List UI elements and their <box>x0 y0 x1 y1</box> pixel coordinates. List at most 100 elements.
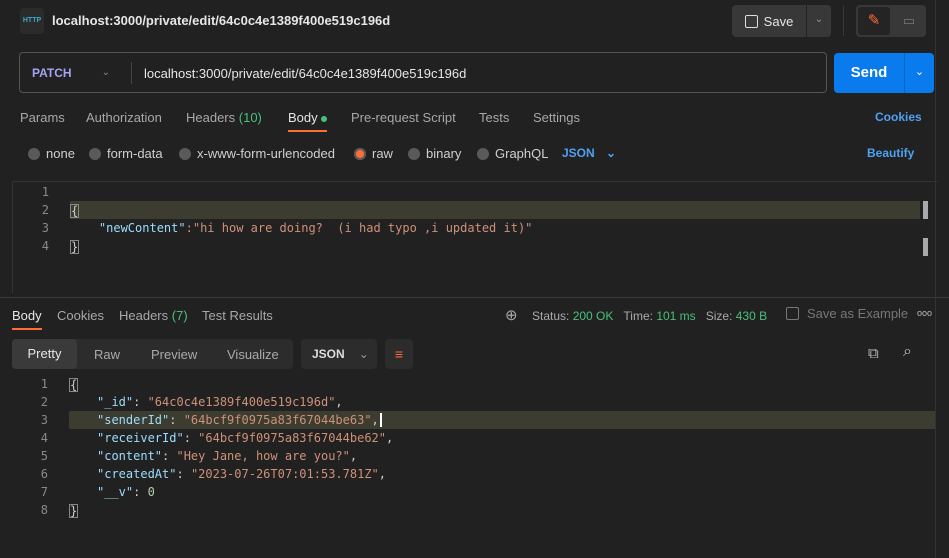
divider <box>131 62 132 84</box>
json-line: "senderId": "64bcf9f0975a83f67044be63", <box>97 413 382 427</box>
radio-dot <box>408 147 420 160</box>
line-number: 1 <box>40 377 48 391</box>
url-bar: PATCH ⌄ <box>19 52 827 93</box>
current-line-highlight <box>70 201 920 219</box>
save-as-example-button[interactable]: Save as Example <box>786 306 908 321</box>
active-tab-indicator <box>12 328 42 330</box>
modified-dot-icon <box>321 115 328 122</box>
beautify-link[interactable]: Beautify <box>867 146 914 160</box>
resp-tab-body[interactable]: Body <box>12 308 42 323</box>
radio-label: binary <box>426 146 462 161</box>
cookies-link[interactable]: Cookies <box>875 110 922 124</box>
radio-form-data[interactable]: form-data <box>89 146 163 161</box>
save-label: Save <box>763 13 794 29</box>
chevron-down-icon: ⌄ <box>358 347 369 361</box>
json-value: "hi how are doing? (i had typo ,i update… <box>192 221 533 235</box>
radio-graphql[interactable]: GraphQL <box>477 146 548 161</box>
copy-icon[interactable]: ⧉ <box>868 345 879 362</box>
radio-dot <box>477 147 489 160</box>
resp-tab-cookies[interactable]: Cookies <box>57 308 104 323</box>
tab-body[interactable]: Body <box>288 110 328 125</box>
headers-count: (10) <box>238 110 262 125</box>
tab-label: Headers <box>186 110 236 125</box>
search-icon[interactable]: ⌕ <box>903 343 912 361</box>
response-size[interactable]: 430 B <box>736 309 767 323</box>
json-line: "_id": "64c0c4e1389f400e519c196d", <box>97 395 343 409</box>
active-tab-indicator <box>288 130 327 132</box>
radio-dot <box>28 147 40 160</box>
response-format-select[interactable]: JSON ⌄ <box>301 339 377 369</box>
scrollbar-marker[interactable] <box>923 238 928 256</box>
tab-prerequest-script[interactable]: Pre-request Script <box>351 110 456 125</box>
resp-tab-test-results[interactable]: Test Results <box>202 308 273 323</box>
format-select[interactable]: JSON ⌄ <box>562 146 616 160</box>
save-icon <box>744 14 758 28</box>
text-cursor <box>379 413 382 427</box>
radio-binary[interactable]: binary <box>408 146 461 161</box>
comment-icon[interactable]: ▭ <box>894 7 924 35</box>
tab-params[interactable]: Params <box>20 110 65 125</box>
tab-headers[interactable]: Headers (10) <box>186 110 262 125</box>
divider <box>843 6 844 36</box>
view-tab-raw[interactable]: Raw <box>94 347 120 362</box>
send-button[interactable]: Send <box>834 53 904 93</box>
method-select[interactable]: PATCH ⌄ <box>20 53 130 92</box>
view-toggle: ✎ ▭ <box>856 5 926 37</box>
json-key: "__v" <box>97 485 134 499</box>
json-value: "Hey Jane, how are you?" <box>176 449 350 463</box>
tab-label: Body <box>288 110 318 125</box>
tab-label: Headers <box>119 308 169 323</box>
json-key: "_id" <box>97 395 134 409</box>
json-value: "2023-07-26T07:01:53.781Z" <box>190 467 379 481</box>
json-line: "__v": 0 <box>97 485 155 499</box>
status-code[interactable]: 200 OK <box>573 309 614 323</box>
chevron-down-icon: ⌄ <box>606 146 617 160</box>
globe-icon[interactable]: ⊕ <box>505 306 518 324</box>
json-key: "senderId" <box>97 413 170 427</box>
wrap-lines-icon[interactable]: ≡ <box>385 339 413 369</box>
json-key: "newContent" <box>98 221 186 235</box>
line-number: 8 <box>40 503 48 517</box>
save-dropdown-button[interactable]: ⌄ <box>807 5 831 37</box>
radio-label: raw <box>372 146 393 161</box>
method-label: PATCH <box>32 65 72 80</box>
status-info: Status: 200 OK Time: 101 ms Size: 430 B <box>532 309 767 323</box>
line-number: 2 <box>40 395 48 409</box>
radio-dot <box>354 147 366 160</box>
request-title[interactable]: localhost:3000/private/edit/64c0c4e1389f… <box>52 13 390 28</box>
radio-label: GraphQL <box>495 146 549 161</box>
time-label: Time: <box>623 309 653 323</box>
view-tab-visualize[interactable]: Visualize <box>227 347 279 362</box>
response-time[interactable]: 101 ms <box>656 309 695 323</box>
tab-settings[interactable]: Settings <box>533 110 580 125</box>
line-number: 4 <box>40 431 48 445</box>
size-label: Size: <box>705 309 733 323</box>
line-number: 4 <box>41 239 49 253</box>
resp-tab-headers[interactable]: Headers (7) <box>119 308 188 323</box>
scrollbar-marker[interactable] <box>923 201 928 219</box>
chevron-down-icon: ⌄ <box>101 67 110 78</box>
json-value: "64bcf9f0975a83f67044be63" <box>183 413 372 427</box>
line-number: 2 <box>41 203 49 217</box>
response-body-viewer[interactable]: 1 2 3 4 5 6 7 8 { "_id": "64c0c4e1389f40… <box>0 375 935 558</box>
view-tab-pretty[interactable]: Pretty <box>12 339 77 369</box>
more-options-icon[interactable]: ooo <box>917 308 932 318</box>
request-body-editor[interactable]: 1 2 3 4 { "newContent":"hi how are doing… <box>12 181 937 293</box>
line-number: 3 <box>41 221 49 235</box>
edit-pencil-icon[interactable]: ✎ <box>858 7 890 35</box>
tab-tests[interactable]: Tests <box>479 110 509 125</box>
url-input[interactable] <box>144 61 814 85</box>
pane-divider[interactable] <box>0 297 949 298</box>
format-label: JSON <box>562 146 595 160</box>
json-line: "receiverId": "64bcf9f0975a83f67044be62"… <box>97 431 394 445</box>
radio-urlencoded[interactable]: x-www-form-urlencoded <box>179 146 335 161</box>
radio-raw[interactable]: raw <box>354 146 393 161</box>
tab-authorization[interactable]: Authorization <box>86 110 162 125</box>
json-line: "content": "Hey Jane, how are you?", <box>97 449 358 463</box>
radio-none[interactable]: none <box>28 146 75 161</box>
send-dropdown-button[interactable]: ⌄ <box>904 53 934 93</box>
view-tab-preview[interactable]: Preview <box>151 347 197 362</box>
json-value: "64bcf9f0975a83f67044be62" <box>198 431 386 445</box>
line-number: 6 <box>40 467 48 481</box>
save-button[interactable]: Save <box>732 5 806 37</box>
